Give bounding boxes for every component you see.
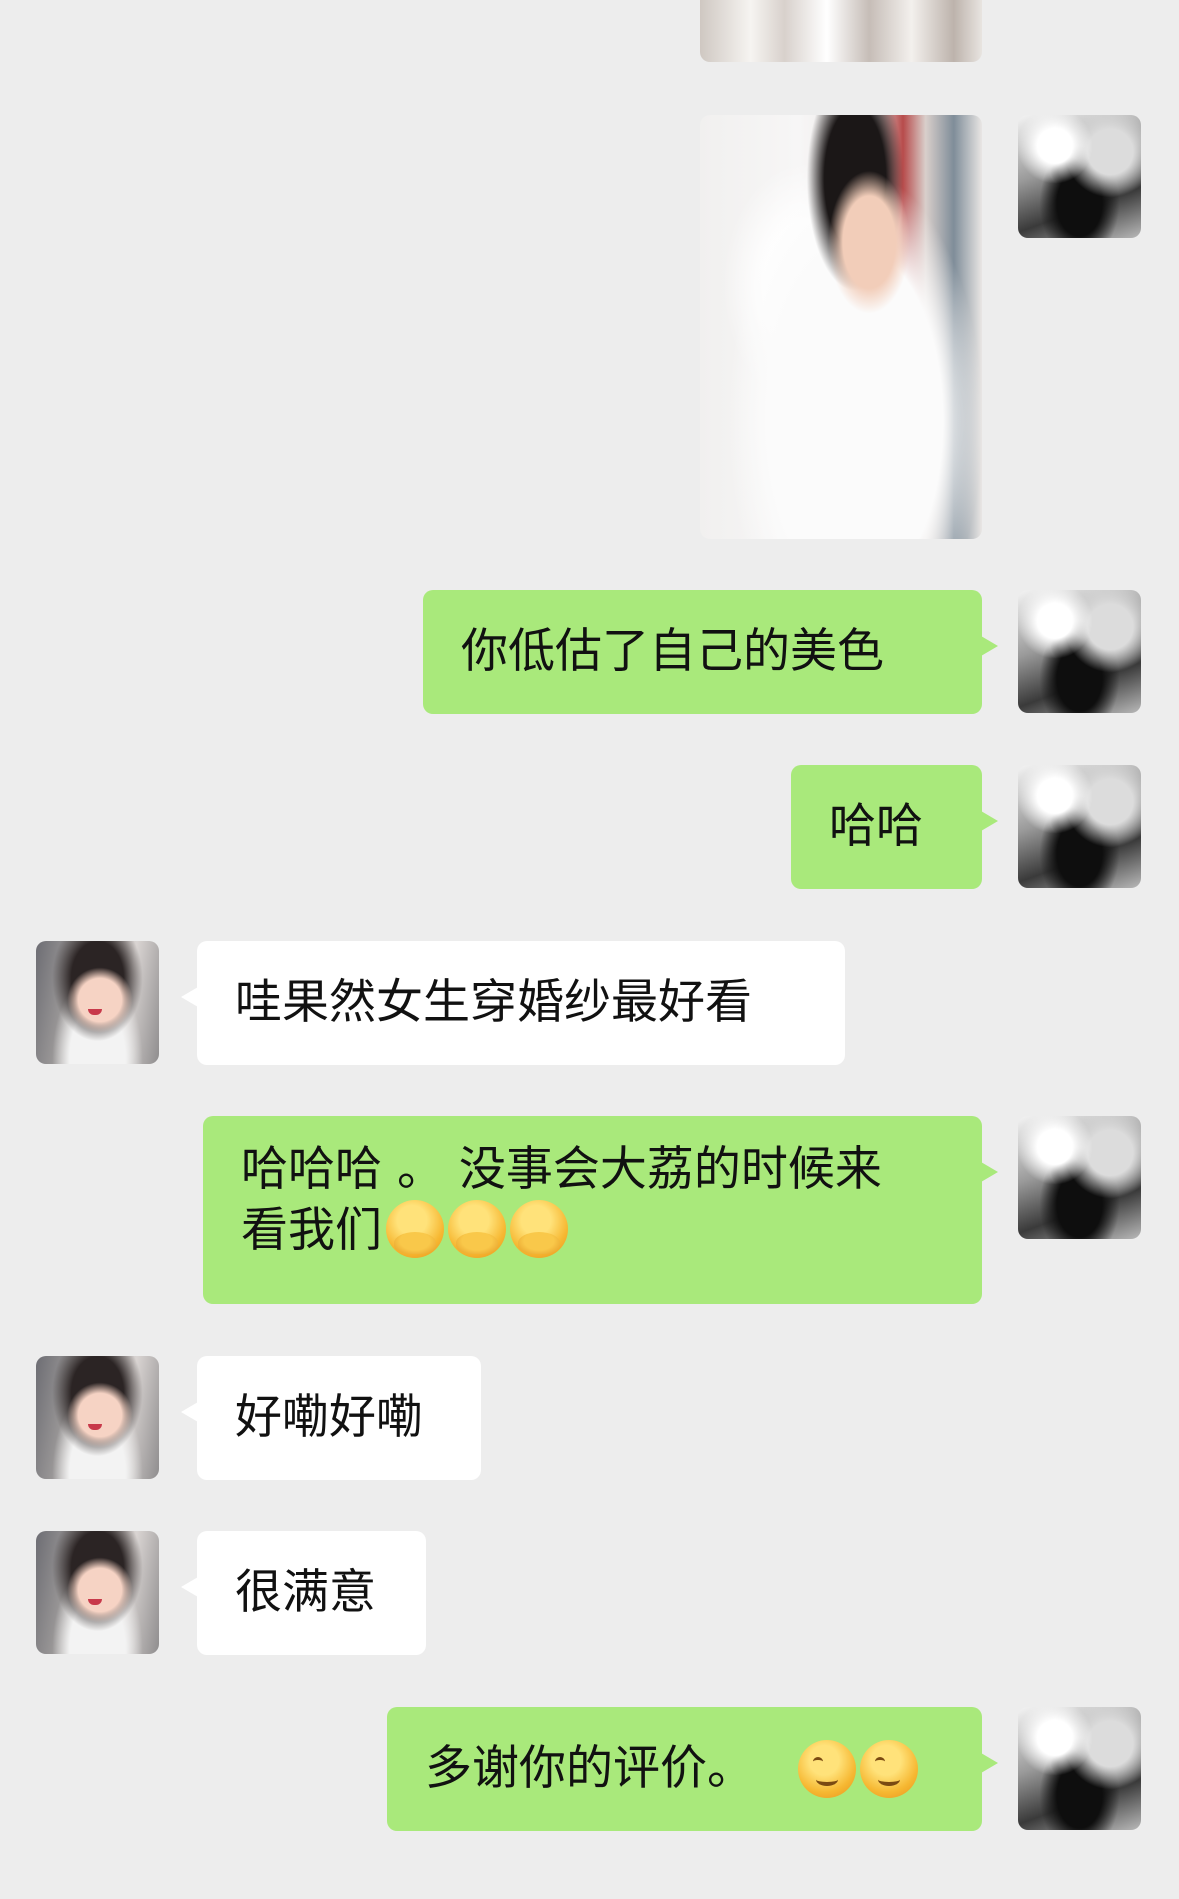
hug-emoji-icon xyxy=(510,1200,568,1258)
message-text: 多谢你的评价。 xyxy=(425,1741,754,1796)
my-avatar[interactable] xyxy=(1018,765,1141,888)
message-text: 好嘞好嘞 xyxy=(235,1390,423,1445)
message-bubble-received[interactable]: 很满意 xyxy=(181,1531,426,1655)
message-bubble-sent[interactable]: 你低估了自己的美色 xyxy=(423,590,998,714)
contact-avatar[interactable] xyxy=(36,1531,159,1654)
message-text: 看我们 xyxy=(241,1203,382,1258)
message-text: 哈哈 xyxy=(829,799,923,854)
smile-emoji-icon xyxy=(798,1740,856,1798)
my-avatar[interactable] xyxy=(1018,1116,1141,1239)
message-text-line-1: 哈哈哈 。 没事会大荔的时候来 xyxy=(241,1142,882,1197)
smile-emoji-icon xyxy=(860,1740,918,1798)
hug-emoji-icon xyxy=(448,1200,506,1258)
hug-emoji-icon xyxy=(386,1200,444,1258)
contact-avatar[interactable] xyxy=(36,1356,159,1479)
image-message-bride-photo[interactable] xyxy=(700,115,982,539)
message-bubble-sent[interactable]: 多谢你的评价。 xyxy=(387,1707,998,1831)
my-avatar[interactable] xyxy=(1018,115,1141,238)
my-avatar[interactable] xyxy=(1018,590,1141,713)
message-text: 哇果然女生穿婚纱最好看 xyxy=(235,975,752,1030)
message-bubble-sent[interactable]: 哈哈哈 。 没事会大荔的时候来 看我们 xyxy=(203,1116,998,1304)
message-text-line-2: 看我们 xyxy=(241,1200,944,1261)
message-bubble-received[interactable]: 好嘞好嘞 xyxy=(181,1356,481,1480)
image-message-partial[interactable] xyxy=(700,0,982,62)
message-text: 很满意 xyxy=(235,1565,376,1620)
message-bubble-sent[interactable]: 哈哈 xyxy=(791,765,998,889)
my-avatar[interactable] xyxy=(1018,1707,1141,1830)
contact-avatar[interactable] xyxy=(36,941,159,1064)
message-bubble-received[interactable]: 哇果然女生穿婚纱最好看 xyxy=(181,941,845,1065)
message-text: 你低估了自己的美色 xyxy=(461,624,884,679)
